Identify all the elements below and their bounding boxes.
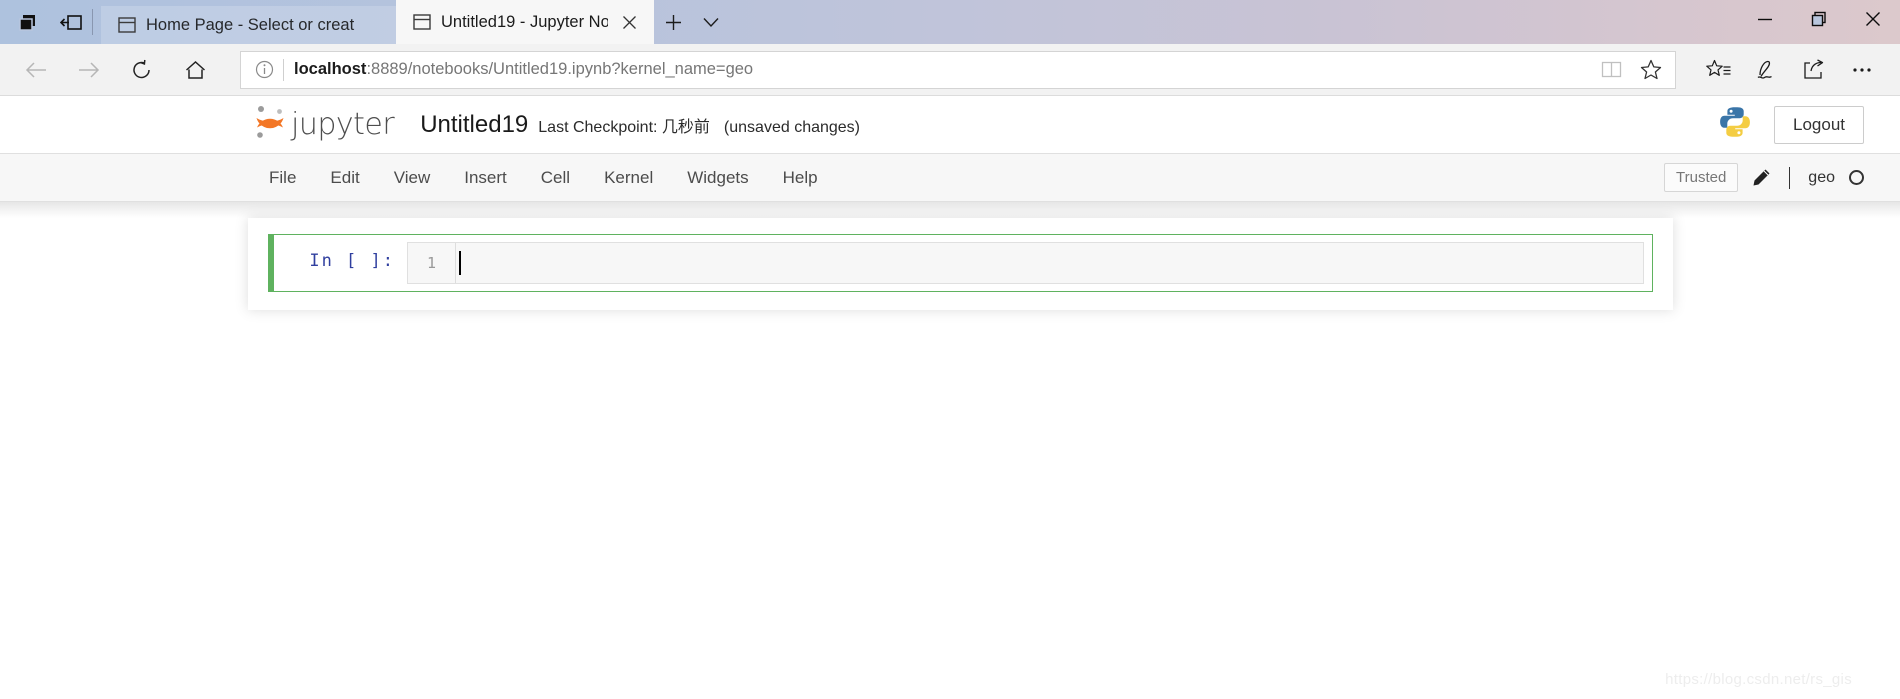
chevron-down-icon[interactable] — [692, 0, 730, 44]
jupyter-wordmark: jupyter — [291, 107, 395, 142]
jupyter-header-inner: jupyter Untitled19 Last Checkpoint: 几秒前 … — [0, 102, 1864, 147]
star-list-icon[interactable] — [1694, 48, 1742, 92]
address-bar-row: localhost:8889/notebooks/Untitled19.ipyn… — [0, 44, 1900, 96]
browser-tab-untitled19[interactable]: Untitled19 - Jupyter No — [396, 0, 654, 44]
jupyter-planet-icon — [252, 102, 288, 147]
new-tab-button[interactable] — [654, 0, 692, 44]
jupyter-menubar: File Edit View Insert Cell Kernel Widget… — [0, 154, 1900, 202]
browser-tab-home-page[interactable]: Home Page - Select or creat — [101, 6, 396, 44]
menu-item-help[interactable]: Help — [766, 161, 835, 195]
browser-chrome: Home Page - Select or creat Untitled19 -… — [0, 0, 1900, 96]
notebook-name[interactable]: Untitled19 — [420, 111, 528, 139]
menu-item-file[interactable]: File — [252, 161, 313, 195]
page-favicon-icon — [412, 13, 431, 32]
share-icon[interactable] — [1790, 48, 1838, 92]
address-bar-text: localhost:8889/notebooks/Untitled19.ipyn… — [294, 60, 1591, 79]
address-bar-actions — [1591, 52, 1671, 88]
cell-line-number: 1 — [408, 243, 456, 283]
last-checkpoint-label: Last Checkpoint: 几秒前 — [538, 118, 710, 136]
jupyter-logo[interactable]: jupyter — [252, 102, 395, 147]
python-logo-icon — [1718, 105, 1752, 144]
tab-strip: Home Page - Select or creat Untitled19 -… — [0, 0, 1900, 44]
window-stack-icon[interactable] — [14, 9, 40, 35]
menu-item-kernel[interactable]: Kernel — [587, 161, 670, 195]
tabstrip-left-icons — [0, 0, 90, 44]
menu-item-edit[interactable]: Edit — [313, 161, 376, 195]
set-aside-tabs-icon[interactable] — [58, 9, 84, 35]
jupyter-page: jupyter Untitled19 Last Checkpoint: 几秒前 … — [0, 96, 1900, 699]
notebook-container: In [ ]: 1 — [248, 218, 1673, 310]
notebook-title-group: Untitled19 Last Checkpoint: 几秒前 (unsaved… — [420, 111, 1718, 139]
pen-icon[interactable] — [1742, 48, 1790, 92]
home-icon[interactable] — [173, 48, 217, 92]
notebook-cell[interactable]: In [ ]: 1 — [268, 234, 1653, 292]
tabs-container: Home Page - Select or creat Untitled19 -… — [101, 0, 730, 44]
restore-icon[interactable] — [1792, 0, 1846, 38]
cell-input-area[interactable]: 1 — [407, 242, 1644, 284]
menubar-divider — [1789, 166, 1791, 189]
menu-item-cell[interactable]: Cell — [524, 161, 587, 195]
address-bar[interactable]: localhost:8889/notebooks/Untitled19.ipyn… — [240, 50, 1676, 89]
minimize-icon[interactable] — [1738, 0, 1792, 38]
ellipsis-icon[interactable] — [1838, 48, 1886, 92]
text-cursor-caret — [459, 251, 461, 275]
tab-title: Untitled19 - Jupyter No — [441, 12, 608, 31]
address-bar-divider — [283, 58, 284, 81]
browser-toolbar-actions — [1694, 48, 1886, 92]
status-badge-trusted[interactable]: Trusted — [1664, 163, 1739, 192]
tabstrip-divider — [92, 9, 93, 35]
unsaved-changes-label: (unsaved changes) — [723, 118, 861, 136]
window-controls — [1738, 0, 1900, 44]
site-info-icon[interactable] — [247, 53, 281, 87]
menu-item-view[interactable]: View — [377, 161, 448, 195]
refresh-icon[interactable] — [120, 48, 164, 92]
pencil-icon[interactable] — [1752, 168, 1771, 187]
forward-arrow-icon[interactable] — [67, 48, 111, 92]
kernel-idle-circle-icon[interactable] — [1849, 170, 1864, 185]
close-icon[interactable] — [1846, 0, 1900, 38]
cell-prompt-label: In [ ]: — [309, 251, 395, 271]
close-icon[interactable] — [618, 11, 640, 33]
star-icon[interactable] — [1631, 52, 1671, 88]
cell-code-editor[interactable] — [456, 243, 1643, 283]
jupyter-header-right: Logout — [1718, 105, 1864, 144]
menu-item-widgets[interactable]: Widgets — [670, 161, 765, 195]
address-host: localhost — [294, 60, 367, 78]
back-arrow-icon[interactable] — [14, 48, 58, 92]
menubar-status-group: Trusted geo — [1664, 163, 1864, 192]
notebook-body: In [ ]: 1 https://blog.csdn.net/rs_gis — [0, 202, 1900, 699]
jupyter-header: jupyter Untitled19 Last Checkpoint: 几秒前 … — [0, 96, 1900, 154]
book-icon[interactable] — [1591, 52, 1631, 88]
menu-item-insert[interactable]: Insert — [447, 161, 524, 195]
tab-title: Home Page - Select or creat — [146, 15, 355, 34]
page-favicon-icon — [117, 16, 136, 35]
watermark-text: https://blog.csdn.net/rs_gis — [1665, 671, 1852, 688]
logout-button[interactable]: Logout — [1774, 105, 1864, 144]
kernel-name-label: geo — [1808, 168, 1835, 186]
notebook-top-shadow — [0, 202, 1900, 218]
address-path: :8889/notebooks/Untitled19.ipynb?kernel_… — [366, 60, 754, 78]
